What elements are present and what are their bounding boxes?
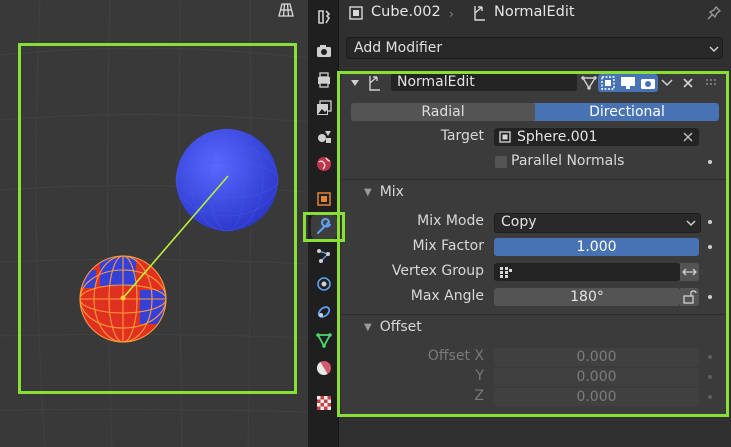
physics-orbit-icon <box>317 277 331 291</box>
world-globe-icon <box>317 157 331 171</box>
tab-scene[interactable] <box>311 124 337 148</box>
chevron-down-icon[interactable] <box>660 76 674 90</box>
collapse-triangle-icon[interactable] <box>350 78 360 88</box>
max-angle-field[interactable]: 180° <box>494 288 680 306</box>
tab-particles[interactable] <box>311 244 337 268</box>
chevron-down-icon <box>686 220 696 227</box>
mix-factor-label: Mix Factor <box>412 238 484 254</box>
mix-mode-label: Mix Mode <box>417 213 484 229</box>
mode-radial-button[interactable]: Radial <box>351 103 535 121</box>
unlock-icon <box>683 290 697 304</box>
breadcrumb-object-name: Cube.002 <box>371 4 441 20</box>
parallel-normals-label: Parallel Normals <box>511 153 625 169</box>
monitor-realtime-icon[interactable] <box>618 74 638 92</box>
mode-directional-button[interactable]: Directional <box>535 103 719 121</box>
tab-render[interactable] <box>311 39 337 63</box>
add-modifier-dropdown[interactable]: Add Modifier <box>346 37 723 59</box>
offset-title: Offset <box>379 319 422 335</box>
offset-z-field[interactable]: 0.000 <box>494 388 699 406</box>
edit-mode-icon[interactable] <box>598 74 618 92</box>
invert-vertex-group-button[interactable] <box>680 263 699 281</box>
breadcrumb-chevron-icon: › <box>449 7 454 21</box>
tab-object-data[interactable] <box>311 328 337 352</box>
viewport-scene <box>0 0 308 447</box>
offset-subpanel-header[interactable]: ▼ Offset <box>364 319 422 335</box>
divider <box>342 314 725 315</box>
checker-texture-icon <box>317 396 331 410</box>
vertex-group-field[interactable] <box>494 263 680 281</box>
tab-tool[interactable] <box>311 5 337 29</box>
breadcrumb-modifier-name: NormalEdit <box>494 4 575 20</box>
double-arrow-icon <box>682 268 697 276</box>
target-object-field[interactable]: Sphere.001 <box>494 128 699 146</box>
pin-icon[interactable] <box>706 5 722 21</box>
mix-mode-value: Copy <box>501 214 537 230</box>
lock-button[interactable] <box>680 288 699 306</box>
object-square-icon <box>317 192 331 206</box>
properties-breadcrumb: Cube.002 › NormalEdit <box>339 0 731 30</box>
collapse-triangle-icon: ▼ <box>364 187 372 198</box>
drag-handle-icon[interactable] <box>705 77 719 89</box>
mesh-triangle-icon <box>316 333 332 348</box>
printer-icon <box>318 72 330 88</box>
edit-cage-icon[interactable] <box>580 74 598 92</box>
mix-factor-slider[interactable]: 1.000 <box>494 238 699 256</box>
material-sphere-icon <box>317 361 331 375</box>
scene-icon <box>318 131 331 143</box>
modifier-name-field[interactable]: NormalEdit <box>391 73 577 91</box>
tool-icon <box>318 10 331 24</box>
parallel-normals-checkbox[interactable] <box>495 156 507 168</box>
constraint-link-icon <box>317 306 331 318</box>
wrench-icon <box>316 218 332 235</box>
keyframe-dot[interactable] <box>708 295 712 299</box>
render-camera-icon <box>317 45 331 57</box>
keyframe-dot[interactable] <box>708 245 712 249</box>
mix-mode-dropdown[interactable]: Copy <box>494 213 701 233</box>
max-angle-label: Max Angle <box>410 288 484 304</box>
mix-factor-value: 1.000 <box>576 239 617 255</box>
tab-view-layer[interactable] <box>311 96 337 120</box>
offset-y-label: Y <box>475 368 484 384</box>
mix-subpanel-header[interactable]: ▼ Mix <box>364 184 404 200</box>
grid-icon <box>278 3 294 17</box>
target-object-name: Sphere.001 <box>517 129 598 145</box>
tab-texture[interactable] <box>311 391 337 415</box>
object-square-icon <box>349 6 363 20</box>
tab-constraints[interactable] <box>311 300 337 324</box>
collapse-triangle-icon: ▼ <box>364 322 372 333</box>
normal-edit-modifier-icon <box>369 76 380 91</box>
particles-icon <box>317 249 330 263</box>
divider <box>342 179 725 180</box>
chevron-down-icon <box>709 46 719 53</box>
tab-world[interactable] <box>311 152 337 176</box>
tab-material[interactable] <box>311 356 337 380</box>
vertex-group-label: Vertex Group <box>391 263 484 279</box>
offset-z-label: Z <box>474 388 484 404</box>
tab-output[interactable] <box>311 68 337 92</box>
add-modifier-label: Add Modifier <box>354 40 443 56</box>
grid-toggle-button[interactable] <box>270 0 300 22</box>
offset-y-field[interactable]: 0.000 <box>494 368 699 386</box>
properties-tab-strip <box>308 0 339 447</box>
clear-icon[interactable] <box>683 132 693 142</box>
keyframe-dot[interactable] <box>708 355 712 359</box>
keyframe-dot[interactable] <box>708 395 712 399</box>
tab-object[interactable] <box>311 187 337 211</box>
tab-modifiers[interactable] <box>311 215 337 239</box>
render-camera-icon[interactable] <box>638 74 658 92</box>
keyframe-dot[interactable] <box>708 160 712 164</box>
mix-title: Mix <box>379 184 404 200</box>
tab-physics[interactable] <box>311 272 337 296</box>
offset-x-field[interactable]: 0.000 <box>494 348 699 366</box>
image-stack-icon <box>317 100 332 115</box>
normal-edit-modifier-icon <box>474 6 485 21</box>
close-icon[interactable] <box>681 76 695 90</box>
vertex-group-icon <box>500 267 512 278</box>
3d-viewport[interactable] <box>0 0 308 447</box>
keyframe-dot[interactable] <box>708 375 712 379</box>
object-square-icon <box>499 131 511 143</box>
target-label: Target <box>440 128 484 144</box>
offset-x-label: Offset X <box>427 348 484 364</box>
keyframe-dot[interactable] <box>708 220 712 224</box>
